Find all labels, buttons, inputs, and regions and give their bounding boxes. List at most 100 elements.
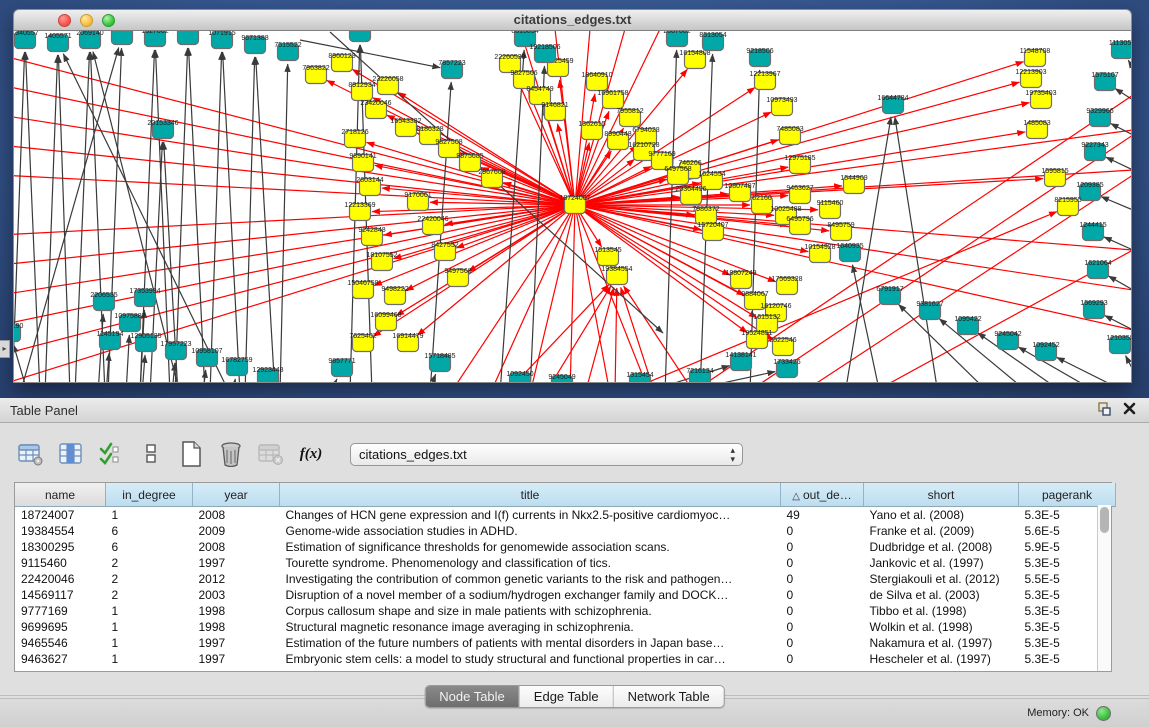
- network-canvas[interactable]: 1872400718640910169617587955812136261589…: [13, 31, 1132, 383]
- graph-edge[interactable]: [142, 355, 145, 382]
- graph-edge[interactable]: [1111, 123, 1131, 135]
- table-cell[interactable]: Genome-wide association studies in ADHD.: [280, 523, 781, 539]
- row-height-button[interactable]: [136, 440, 166, 468]
- graph-edge[interactable]: [1128, 60, 1131, 68]
- table-cell[interactable]: 2009: [193, 523, 280, 539]
- graph-edge[interactable]: [126, 335, 129, 382]
- table-cell[interactable]: 1: [106, 603, 193, 619]
- table-cell[interactable]: Hescheler et al. (1997): [864, 651, 1019, 667]
- panel-collapse-handle[interactable]: ▸: [0, 340, 10, 358]
- table-cell[interactable]: Estimation of the future numbers of pati…: [280, 635, 781, 651]
- table-cell[interactable]: Estimation of significance thresholds fo…: [280, 539, 781, 555]
- graph-edge[interactable]: [223, 52, 240, 382]
- graph-edge[interactable]: [330, 379, 337, 382]
- table-cell[interactable]: Franke et al. (2009): [864, 523, 1019, 539]
- tab-edge-table[interactable]: Edge Table: [520, 686, 614, 707]
- table-cell[interactable]: 49: [781, 507, 864, 524]
- delete-table-button[interactable]: [216, 440, 246, 468]
- graph-edge[interactable]: [1106, 157, 1131, 170]
- table-cell[interactable]: 1: [106, 651, 193, 667]
- close-window-button[interactable]: [58, 14, 71, 27]
- graph-edge[interactable]: [1105, 315, 1131, 330]
- graph-node[interactable]: [350, 31, 371, 42]
- table-options-button[interactable]: [16, 440, 46, 468]
- graph-edge[interactable]: [175, 48, 188, 382]
- memory-status-indicator[interactable]: [1096, 706, 1111, 721]
- table-cell[interactable]: 0: [781, 539, 864, 555]
- table-cell[interactable]: 1997: [193, 651, 280, 667]
- graph-edge[interactable]: [665, 50, 677, 382]
- table-cell[interactable]: 2008: [193, 507, 280, 524]
- column-header-in_degree[interactable]: in_degree: [106, 483, 193, 507]
- table-cell[interactable]: 6: [106, 523, 193, 539]
- function-builder-button[interactable]: f(x): [296, 440, 326, 468]
- table-cell[interactable]: 1: [106, 619, 193, 635]
- window-titlebar[interactable]: citations_edges.txt: [13, 9, 1132, 31]
- table-cell[interactable]: 9777169: [15, 603, 106, 619]
- table-cell[interactable]: Stergiakouli et al. (2012): [864, 571, 1019, 587]
- graph-edge[interactable]: [300, 40, 440, 68]
- show-columns-button[interactable]: [56, 440, 86, 468]
- minimize-window-button[interactable]: [80, 14, 93, 27]
- column-header-short[interactable]: short: [864, 483, 1019, 507]
- column-header-name[interactable]: name: [15, 483, 106, 507]
- delete-column-button-disabled[interactable]: [256, 440, 286, 468]
- table-cell[interactable]: 2012: [193, 571, 280, 587]
- graph-edge[interactable]: [245, 57, 255, 382]
- table-cell[interactable]: 0: [781, 587, 864, 603]
- table-cell[interactable]: Yano et al. (2008): [864, 507, 1019, 524]
- graph-edge[interactable]: [210, 52, 222, 382]
- graph-edge[interactable]: [1101, 197, 1131, 210]
- table-cell[interactable]: 1998: [193, 619, 280, 635]
- table-cell[interactable]: 2: [106, 555, 193, 571]
- select-columns-button[interactable]: [96, 440, 126, 468]
- tab-node-table[interactable]: Node Table: [425, 686, 520, 707]
- table-cell[interactable]: 22420046: [15, 571, 106, 587]
- column-header-year[interactable]: year: [193, 483, 280, 507]
- table-cell[interactable]: 0: [781, 651, 864, 667]
- table-source-select[interactable]: citations_edges.txt ▴▾: [350, 443, 743, 466]
- table-cell[interactable]: 1997: [193, 555, 280, 571]
- column-header-out_de[interactable]: △out_de…: [781, 483, 864, 507]
- table-cell[interactable]: de Silva et al. (2003): [864, 587, 1019, 603]
- table-scrollbar[interactable]: [1097, 505, 1111, 671]
- graph-edge[interactable]: [233, 379, 235, 382]
- table-cell[interactable]: 0: [781, 619, 864, 635]
- float-panel-button[interactable]: [1093, 401, 1113, 419]
- table-cell[interactable]: 1998: [193, 603, 280, 619]
- network-graph[interactable]: 1872400718640910169617587955812136261589…: [14, 31, 1131, 382]
- graph-edge[interactable]: [1126, 356, 1131, 370]
- table-cell[interactable]: 2: [106, 587, 193, 603]
- scrollbar-thumb[interactable]: [1100, 507, 1109, 533]
- table-cell[interactable]: Embryonic stem cells: a model to study s…: [280, 651, 781, 667]
- table-cell[interactable]: Tourette syndrome. Phenomenology and cla…: [280, 555, 781, 571]
- table-cell[interactable]: Dudbridge et al. (2008): [864, 539, 1019, 555]
- graph-edge[interactable]: [939, 319, 1030, 382]
- table-cell[interactable]: 19384554: [15, 523, 106, 539]
- table-cell[interactable]: 2008: [193, 539, 280, 555]
- tab-network-table[interactable]: Network Table: [614, 686, 724, 707]
- close-panel-button[interactable]: [1119, 401, 1139, 419]
- table-cell[interactable]: 0: [781, 571, 864, 587]
- graph-edge[interactable]: [280, 64, 288, 382]
- table-cell[interactable]: 0: [781, 635, 864, 651]
- table-cell[interactable]: 14569117: [15, 587, 106, 603]
- graph-edge[interactable]: [373, 205, 575, 336]
- graph-edge[interactable]: [570, 205, 575, 382]
- table-cell[interactable]: Disruption of a novel member of a sodium…: [280, 587, 781, 603]
- table-cell[interactable]: 6: [106, 539, 193, 555]
- table-cell[interactable]: 9115460: [15, 555, 106, 571]
- table-cell[interactable]: Nakamura et al. (1997): [864, 635, 1019, 651]
- column-header-pagerank[interactable]: pagerank: [1019, 483, 1116, 507]
- table-cell[interactable]: 18724007: [15, 507, 106, 524]
- table-cell[interactable]: Changes of HCN gene expression and I(f) …: [280, 507, 781, 524]
- graph-edge[interactable]: [1057, 357, 1130, 382]
- graph-edge[interactable]: [621, 287, 655, 382]
- table-cell[interactable]: 0: [781, 523, 864, 539]
- table-cell[interactable]: Tibbo et al. (1998): [864, 603, 1019, 619]
- graph-edge[interactable]: [1018, 347, 1100, 382]
- table-cell[interactable]: 2: [106, 571, 193, 587]
- table-cell[interactable]: 18300295: [15, 539, 106, 555]
- table-cell[interactable]: Investigating the contribution of common…: [280, 571, 781, 587]
- graph-node[interactable]: [178, 31, 199, 45]
